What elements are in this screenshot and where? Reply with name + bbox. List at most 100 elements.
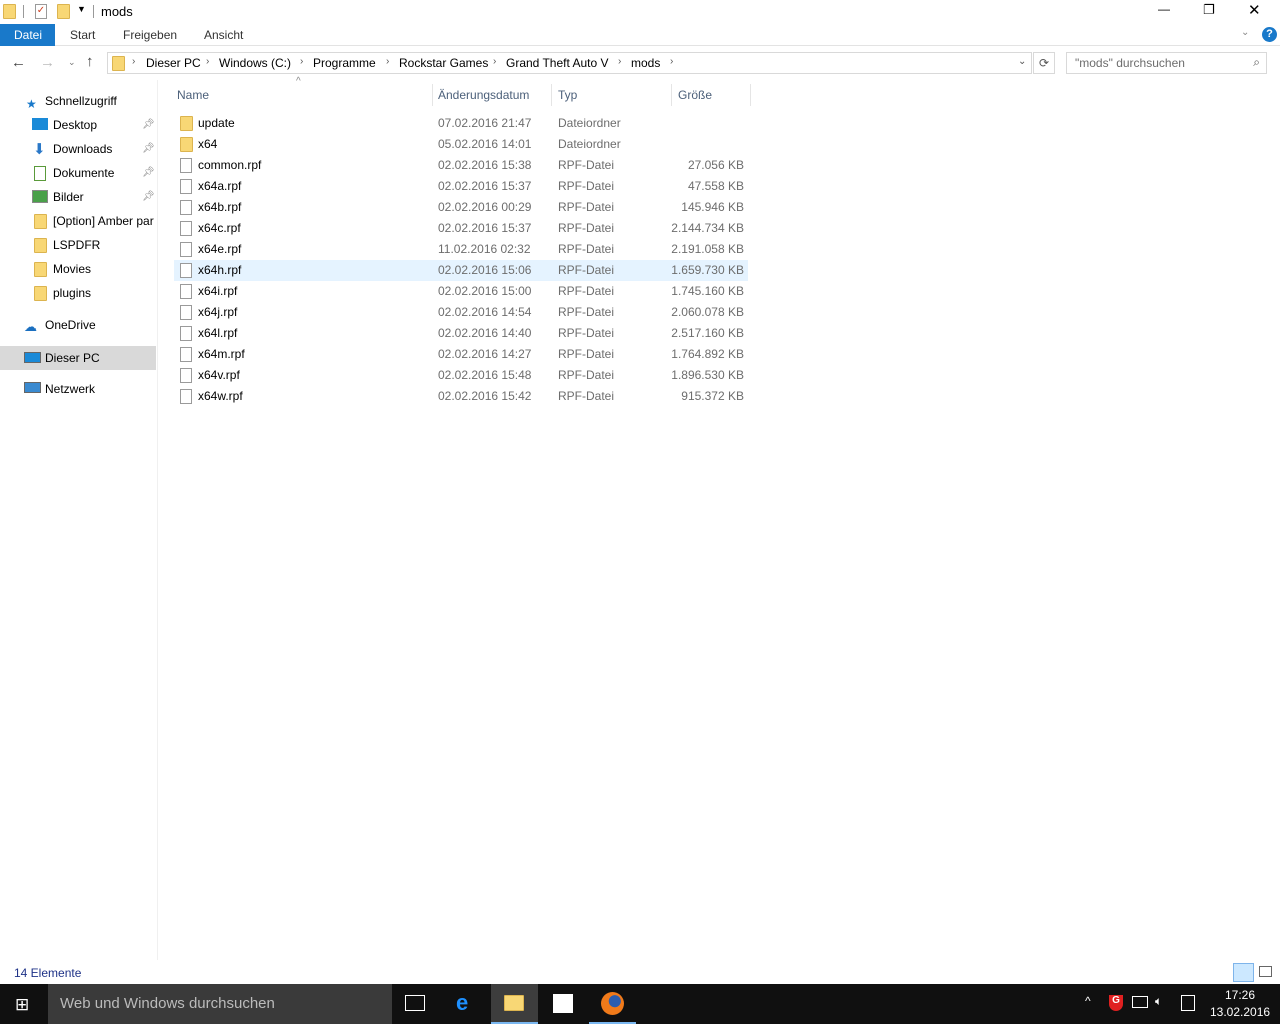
breadcrumb-dieser-pc[interactable]: Dieser PC	[146, 56, 201, 70]
file-size: 2.191.058 KB	[671, 242, 744, 256]
close-button[interactable]: ✕	[1248, 1, 1261, 19]
file-date: 05.02.2016 14:01	[438, 137, 532, 151]
breadcrumb-windows-c[interactable]: Windows (C:)	[219, 56, 291, 70]
taskbar-file-explorer[interactable]	[491, 984, 538, 1024]
nav-this-pc[interactable]: Dieser PC	[0, 346, 156, 370]
file-type: RPF-Datei	[558, 305, 615, 319]
download-icon: ⬇	[33, 141, 46, 158]
tab-ansicht[interactable]: Ansicht	[190, 24, 257, 46]
forward-arrow-icon[interactable]: →	[40, 54, 55, 71]
file-type: RPF-Datei	[558, 263, 615, 277]
up-arrow-icon[interactable]: ↑	[86, 53, 94, 70]
windows-start-icon[interactable]: ⊞	[15, 995, 29, 1015]
file-name: x64m.rpf	[198, 347, 245, 361]
new-folder-icon[interactable]	[57, 4, 70, 19]
file-explorer-icon	[504, 995, 524, 1011]
file-row[interactable]: x64j.rpf 02.02.2016 14:54 RPF-Datei 2.060.0…	[174, 302, 748, 323]
nav-item-movies[interactable]: Movies	[0, 258, 156, 280]
file-row[interactable]: x64b.rpf 02.02.2016 00:29 RPF-Datei 145.946…	[174, 197, 748, 218]
clock-date[interactable]: 13.02.2016	[1210, 1005, 1270, 1019]
column-divider[interactable]	[750, 84, 751, 106]
file-icon	[180, 326, 192, 341]
breadcrumb-rockstar-games[interactable]: Rockstar Games	[399, 56, 488, 70]
volume-icon[interactable]: 🔈︎	[1155, 994, 1162, 1009]
maximize-button[interactable]: ❐	[1203, 2, 1215, 18]
tab-freigeben[interactable]: Freigeben	[109, 24, 191, 46]
file-name: x64e.rpf	[198, 242, 242, 256]
file-row[interactable]: x64i.rpf 02.02.2016 15:00 RPF-Datei 1.745.1…	[174, 281, 748, 302]
file-row[interactable]: common.rpf 02.02.2016 15:38 RPF-Datei 27.05…	[174, 155, 748, 176]
file-row[interactable]: x64 05.02.2016 14:01 Dateiordner	[174, 134, 748, 155]
taskbar-firefox[interactable]	[589, 984, 636, 1024]
breadcrumb-mods[interactable]: mods	[631, 56, 660, 70]
nav-item-dokumente[interactable]: Dokumente 📌︎	[0, 162, 156, 184]
file-icon	[180, 284, 192, 299]
tab-start[interactable]: Start	[56, 24, 109, 46]
window-title: mods	[101, 4, 133, 19]
file-type: RPF-Datei	[558, 158, 615, 172]
action-center-icon[interactable]	[1181, 995, 1195, 1011]
file-size: 2.144.734 KB	[671, 221, 744, 235]
properties-icon[interactable]: ✓	[35, 4, 47, 19]
address-history-chevron-icon[interactable]: ⌄	[1018, 56, 1026, 67]
nav-item-plugins[interactable]: plugins	[0, 282, 156, 304]
expand-ribbon-chevron-icon[interactable]: ⌄	[1241, 27, 1249, 38]
large-icons-view-button[interactable]	[1259, 966, 1272, 977]
column-divider[interactable]	[432, 84, 433, 106]
file-date: 02.02.2016 15:37	[438, 179, 532, 193]
folder-icon[interactable]	[3, 4, 16, 19]
nav-item-bilder[interactable]: Bilder 📌︎	[0, 186, 156, 208]
file-row[interactable]: x64c.rpf 02.02.2016 15:37 RPF-Datei 2.144.7…	[174, 218, 748, 239]
nav-item-amber[interactable]: [Option] Amber par	[0, 210, 156, 232]
nav-quick-access[interactable]: ★ Schnellzugriff	[0, 90, 156, 112]
nav-item-downloads[interactable]: ⬇ Downloads 📌︎	[0, 138, 156, 160]
nav-onedrive[interactable]: ☁ OneDrive	[0, 314, 156, 336]
file-date: 02.02.2016 15:06	[438, 263, 532, 277]
file-size: 1.745.160 KB	[671, 284, 744, 298]
file-name: x64h.rpf	[198, 263, 242, 277]
file-icon	[180, 347, 192, 362]
file-name: x64w.rpf	[198, 389, 243, 403]
back-arrow-icon[interactable]: ←	[11, 54, 26, 71]
file-name: x64v.rpf	[198, 368, 240, 382]
breadcrumb-programme[interactable]: Programme	[313, 56, 376, 70]
taskbar-search-input[interactable]: Web und Windows durchsuchen	[48, 984, 392, 1024]
show-hidden-icons-chevron-icon[interactable]: ^	[1085, 994, 1091, 1008]
column-header-name[interactable]: Name	[177, 84, 209, 106]
file-row[interactable]: x64a.rpf 02.02.2016 15:37 RPF-Datei 47.558 …	[174, 176, 748, 197]
breadcrumb-separator-icon: ›	[618, 56, 622, 67]
search-icon[interactable]: ⌕	[1253, 55, 1260, 70]
details-view-button[interactable]	[1233, 963, 1254, 982]
column-header-date[interactable]: Änderungsdatum	[438, 84, 529, 106]
file-row[interactable]: x64m.rpf 02.02.2016 14:27 RPF-Datei 1.764.8…	[174, 344, 748, 365]
nav-network[interactable]: Netzwerk	[0, 378, 156, 400]
folder-icon	[34, 262, 47, 277]
nav-item-desktop[interactable]: Desktop 📌︎	[0, 114, 156, 136]
nav-item-lspdfr[interactable]: LSPDFR	[0, 234, 156, 256]
task-view-icon[interactable]	[405, 995, 425, 1011]
edge-icon[interactable]: e	[456, 990, 468, 1016]
breadcrumb-gta-v[interactable]: Grand Theft Auto V	[506, 56, 609, 70]
file-row[interactable]: x64l.rpf 02.02.2016 14:40 RPF-Datei 2.517.1…	[174, 323, 748, 344]
minimize-button[interactable]: —	[1158, 2, 1170, 16]
column-header-type[interactable]: Typ	[558, 84, 577, 106]
gdata-antivirus-icon[interactable]: G	[1109, 995, 1123, 1011]
file-row[interactable]: x64h.rpf 02.02.2016 15:06 RPF-Datei 1.659.7…	[174, 260, 748, 281]
column-divider[interactable]	[551, 84, 552, 106]
network-icon[interactable]	[1132, 996, 1148, 1008]
file-row[interactable]: x64v.rpf 02.02.2016 15:48 RPF-Datei 1.896.5…	[174, 365, 748, 386]
help-button[interactable]: ?	[1262, 27, 1277, 42]
search-input[interactable]: "mods" durchsuchen ⌕	[1066, 52, 1267, 74]
file-row[interactable]: x64w.rpf 02.02.2016 15:42 RPF-Datei 915.372…	[174, 386, 748, 407]
customize-toolbar-chevron-icon[interactable]: ▼	[77, 4, 86, 14]
file-row[interactable]: x64e.rpf 11.02.2016 02:32 RPF-Datei 2.191.0…	[174, 239, 748, 260]
recent-locations-chevron-icon[interactable]: ⌄	[68, 57, 76, 68]
column-header-size[interactable]: Größe	[678, 84, 712, 106]
refresh-button[interactable]: ⟳	[1033, 52, 1055, 74]
address-bar[interactable]: › Dieser PC › Windows (C:) › Programme ›…	[107, 52, 1032, 74]
clock-time[interactable]: 17:26	[1225, 988, 1255, 1002]
store-icon[interactable]	[553, 994, 573, 1013]
tab-datei[interactable]: Datei	[0, 24, 55, 46]
column-divider[interactable]	[671, 84, 672, 106]
file-row[interactable]: update 07.02.2016 21:47 Dateiordner	[174, 113, 748, 134]
